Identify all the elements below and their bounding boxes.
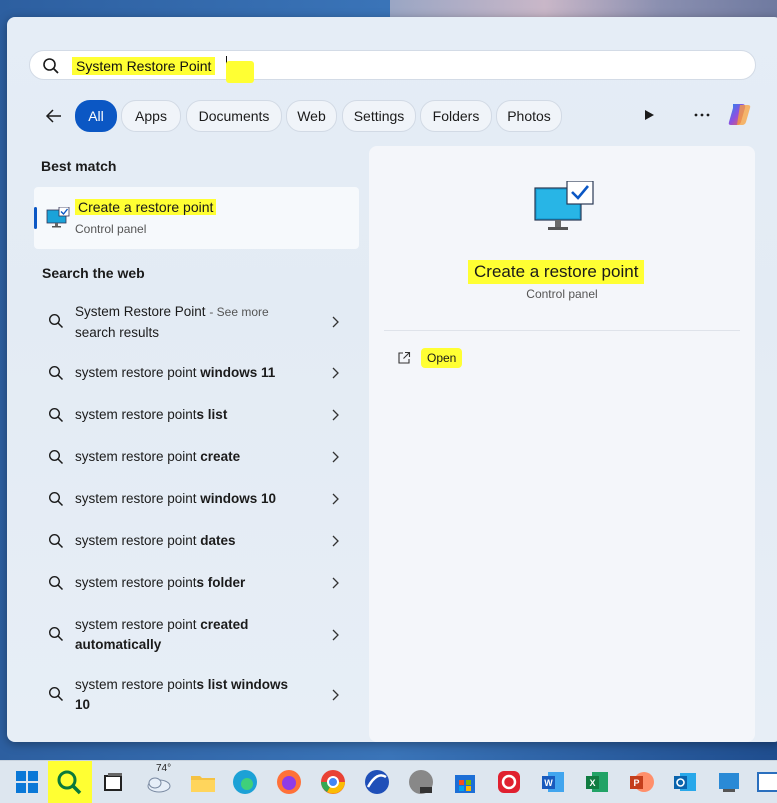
search-web-heading: Search the web [42,265,145,281]
web-result-item[interactable]: system restore points list [34,405,359,425]
svg-text:W: W [544,778,553,788]
taskbar: 74° W X P [0,760,777,803]
web-result-text: system restore points list [75,407,228,422]
browser-app-icon[interactable] [362,767,392,797]
search-icon [48,313,64,329]
powerpoint-icon[interactable]: P [626,767,656,797]
web-result-item[interactable]: system restore point dates [34,531,359,551]
edge-icon[interactable] [230,767,260,797]
tab-documents[interactable]: Documents [186,100,282,132]
windows-start-icon[interactable] [12,767,42,797]
tab-apps[interactable]: Apps [121,100,181,132]
open-action[interactable]: Open [397,347,477,373]
detail-title: Create a restore point [468,260,645,284]
chrome-icon[interactable] [318,767,348,797]
chevron-right-icon [332,451,339,463]
web-result-text: system restore point dates [75,533,236,548]
svg-text:P: P [633,778,639,788]
divider [384,330,740,331]
chevron-right-icon [332,629,339,641]
play-icon[interactable] [642,108,656,122]
chevron-right-icon [332,409,339,421]
chevron-right-icon [332,535,339,547]
web-result-text: system restore point create [75,449,241,464]
search-icon [48,533,64,549]
selection-indicator [34,207,37,229]
tab-all[interactable]: All [75,100,117,132]
best-match-heading: Best match [41,158,117,174]
pro-app-icon[interactable] [406,767,436,797]
best-match-subtitle: Control panel [75,222,147,236]
highlight-mark [226,61,254,83]
chevron-right-icon [332,316,339,328]
search-input[interactable]: System Restore Point [72,57,216,75]
store-icon[interactable] [450,767,480,797]
file-explorer-icon[interactable] [188,767,218,797]
start-search-panel: System Restore Point All Apps Documents … [7,17,777,742]
tab-web[interactable]: Web [286,100,337,132]
excel-icon[interactable]: X [582,767,612,797]
chevron-right-icon [332,577,339,589]
search-box[interactable]: System Restore Point [29,50,756,83]
tab-settings[interactable]: Settings [342,100,416,132]
web-result-item[interactable]: system restore point windows 11 [34,363,359,383]
search-icon [48,491,64,507]
web-result-text-line2: search results [75,325,160,340]
restore-point-icon [46,207,70,228]
search-icon [48,626,64,642]
web-result-text: System Restore Point - See more [75,304,269,319]
web-result-see-more[interactable]: System Restore Point - See more search r… [34,301,359,343]
chevron-right-icon [332,367,339,379]
task-view-icon[interactable] [98,767,128,797]
tab-photos[interactable]: Photos [496,100,562,132]
open-external-icon [398,351,411,364]
web-result-item[interactable]: system restore point create [34,447,359,467]
detail-subtitle: Control panel [526,287,598,301]
best-match-title: Create a restore point [75,199,217,215]
weather-temp: 74° [156,763,172,774]
search-icon [48,575,64,591]
web-result-item[interactable]: system restore point windows 10 [34,489,359,509]
back-arrow-icon[interactable] [44,106,64,126]
chevron-right-icon [332,689,339,701]
word-icon[interactable]: W [538,767,568,797]
svg-text:X: X [589,778,595,788]
red-app-icon[interactable] [494,767,524,797]
web-result-text-line2: 10 [75,697,91,712]
web-result-item[interactable]: system restore points folder [34,573,359,593]
copilot-icon[interactable] [726,100,756,130]
open-label: Open [421,348,463,368]
web-result-item[interactable]: system restore point created automatical… [34,615,359,657]
search-icon [48,365,64,381]
web-result-text: system restore point created [75,617,249,632]
search-icon [48,686,64,702]
web-result-text: system restore point windows 10 [75,491,277,506]
outlook-icon[interactable] [670,767,700,797]
search-icon [48,407,64,423]
taskbar-search-icon[interactable] [54,767,84,797]
tab-folders[interactable]: Folders [420,100,492,132]
detail-pane: Create a restore point Control panel Ope… [369,146,755,742]
search-icon [48,449,64,465]
search-icon [43,58,59,74]
web-result-text: system restore points list windows [75,677,289,692]
firefox-icon[interactable] [274,767,304,797]
web-result-item[interactable]: system restore points list windows 10 [34,675,359,717]
web-result-text: system restore points folder [75,575,246,590]
web-result-text: system restore point windows 11 [75,365,276,380]
web-result-text-line2: automatically [75,637,162,652]
restore-point-icon [534,181,594,230]
more-options-icon[interactable] [694,108,710,122]
best-match-item[interactable]: Create a restore point Control panel [34,187,359,249]
chevron-right-icon [332,493,339,505]
app-icon[interactable] [754,767,777,797]
remote-desktop-icon[interactable] [714,767,744,797]
